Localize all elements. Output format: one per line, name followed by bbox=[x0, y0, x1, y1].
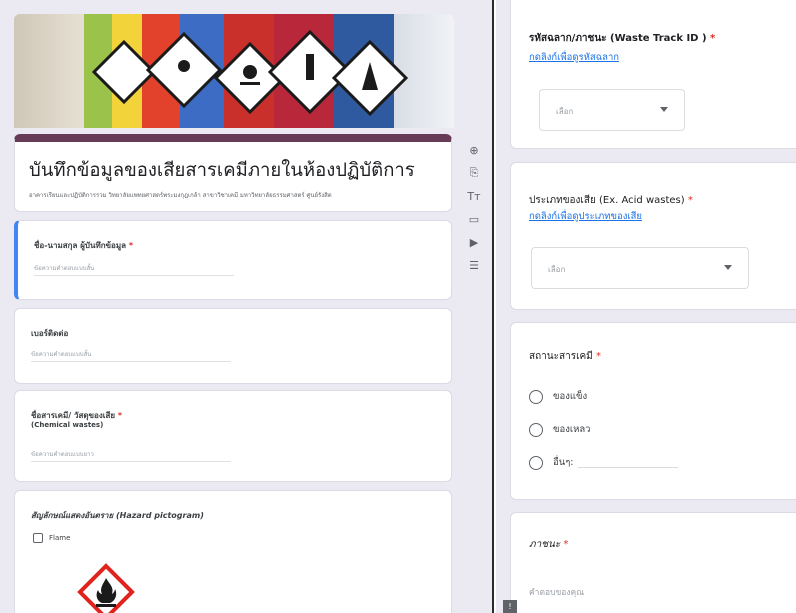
short-answer-placeholder: ข้อความคำตอบแบบสั้น bbox=[31, 349, 231, 362]
question-label-text: ภาชนะ bbox=[529, 539, 561, 550]
screenshot-stage: บันทึกข้อมูลของเสียสารเคมีภายในห้องปฏิบั… bbox=[0, 0, 796, 613]
question-label-text: ชื่อ-นามสกุล ผู้บันทึกข้อมูล bbox=[34, 241, 127, 250]
dropdown-placeholder: เลือก bbox=[556, 107, 574, 116]
radio-option-solid[interactable]: ของแข็ง bbox=[529, 389, 587, 404]
question-label-text: ประเภทของเสีย (Ex. Acid wastes) bbox=[529, 195, 685, 206]
checkbox[interactable] bbox=[33, 533, 43, 543]
add-question-icon[interactable]: ⊕ bbox=[464, 140, 484, 160]
question-card-hazard[interactable]: สัญลักษณ์แสดงอันตราย (Hazard pictogram) … bbox=[14, 490, 452, 613]
hazard-pictograms-illustration bbox=[91, 29, 409, 117]
add-section-icon[interactable]: ☰ bbox=[464, 255, 484, 275]
question-label: ภาชนะ * bbox=[529, 537, 568, 552]
form-title-card[interactable]: บันทึกข้อมูลของเสียสารเคมีภายในห้องปฏิบั… bbox=[14, 134, 452, 212]
caret-down-icon bbox=[724, 265, 732, 270]
question-sublabel: (Chemical wastes) bbox=[31, 421, 104, 429]
required-mark: * bbox=[710, 33, 716, 44]
question-label: รหัสฉลาก/ภาชนะ (Waste Track ID ) * bbox=[529, 31, 715, 46]
add-title-icon[interactable]: Tт bbox=[464, 186, 484, 206]
question-label: ชื่อ-นามสกุล ผู้บันทึกข้อมูล * bbox=[34, 239, 133, 252]
feedback-icon[interactable]: ! bbox=[503, 600, 517, 613]
flame-pictogram-icon bbox=[77, 563, 135, 613]
add-image-icon[interactable]: ▭ bbox=[464, 209, 484, 229]
caret-down-icon bbox=[660, 107, 668, 112]
question-label-text: รหัสฉลาก/ภาชนะ (Waste Track ID ) bbox=[529, 33, 707, 44]
question-card-chemical[interactable]: ชื่อสารเคมี/ วัสดุของเสีย * (Chemical wa… bbox=[14, 390, 452, 482]
radio-option-other[interactable]: อื่นๆ: bbox=[529, 455, 678, 470]
long-answer-placeholder: ข้อความคำตอบแบบยาว bbox=[31, 449, 231, 462]
radio-option-liquid[interactable]: ของเหลว bbox=[529, 422, 591, 437]
question-label-text: สถานะสารเคมี bbox=[529, 351, 593, 362]
checkbox-label: Flame bbox=[49, 534, 71, 542]
question-card-chemical-state: สถานะสารเคมี * ของแข็ง ของเหลว อื่นๆ: bbox=[510, 322, 796, 500]
question-toolbar: ⊕ ⎘ Tт ▭ ▶ ☰ bbox=[462, 140, 486, 278]
question-card-track-id: รหัสฉลาก/ภาชนะ (Waste Track ID ) * กดลิง… bbox=[510, 0, 796, 149]
required-mark: * bbox=[595, 351, 601, 362]
add-video-icon[interactable]: ▶ bbox=[464, 232, 484, 252]
question-label: สถานะสารเคมี * bbox=[529, 349, 601, 364]
waste-type-dropdown[interactable]: เลือก bbox=[531, 247, 749, 289]
track-id-dropdown[interactable]: เลือก bbox=[539, 89, 685, 131]
waste-type-link[interactable]: กดลิงก์เพื่อดูประเภทของเสีย bbox=[529, 209, 642, 224]
question-label: เบอร์ติดต่อ bbox=[31, 329, 69, 338]
dropdown-placeholder: เลือก bbox=[548, 265, 566, 274]
question-label: สัญลักษณ์แสดงอันตราย (Hazard pictogram) bbox=[31, 511, 204, 520]
header-banner-image bbox=[14, 14, 454, 128]
track-id-link[interactable]: กดลิงก์เพื่อดูรหัสฉลาก bbox=[529, 50, 619, 65]
import-questions-icon[interactable]: ⎘ bbox=[464, 163, 484, 183]
form-description[interactable]: อาคารเรียนและปฏิบัติการรวม วิทยาลัยแพทยศ… bbox=[29, 190, 332, 200]
form-preview-panel: รหัสฉลาก/ภาชนะ (Waste Track ID ) * กดลิง… bbox=[496, 0, 796, 613]
question-label: ประเภทของเสีย (Ex. Acid wastes) * bbox=[529, 193, 693, 208]
question-card-name[interactable]: ชื่อ-นามสกุล ผู้บันทึกข้อมูล * ข้อความคำ… bbox=[14, 220, 452, 300]
question-label-text: ชื่อสารเคมี/ วัสดุของเสีย bbox=[31, 411, 116, 420]
short-answer-placeholder: ข้อความคำตอบแบบสั้น bbox=[34, 263, 234, 276]
required-mark: * bbox=[128, 241, 133, 250]
radio-button[interactable] bbox=[529, 389, 543, 404]
radio-label: อื่นๆ: bbox=[553, 457, 574, 468]
question-card-phone[interactable]: เบอร์ติดต่อ ข้อความคำตอบแบบสั้น bbox=[14, 308, 452, 384]
radio-label: ของเหลว bbox=[553, 424, 591, 435]
radio-button[interactable] bbox=[529, 455, 543, 470]
required-mark: * bbox=[687, 195, 693, 206]
other-text-input[interactable] bbox=[577, 458, 678, 468]
container-answer-input[interactable]: คำตอบของคุณ bbox=[529, 585, 584, 599]
question-card-waste-type: ประเภทของเสีย (Ex. Acid wastes) * กดลิงก… bbox=[510, 162, 796, 310]
question-card-container: ภาชนะ * คำตอบของคุณ bbox=[510, 512, 796, 613]
required-mark: * bbox=[563, 539, 569, 550]
required-mark: * bbox=[117, 411, 123, 420]
form-editor-panel: บันทึกข้อมูลของเสียสารเคมีภายในห้องปฏิบั… bbox=[0, 0, 494, 613]
radio-button[interactable] bbox=[529, 422, 543, 437]
checkbox-option-flame[interactable]: Flame bbox=[33, 533, 70, 543]
radio-label: ของแข็ง bbox=[553, 391, 588, 402]
form-title[interactable]: บันทึกข้อมูลของเสียสารเคมีภายในห้องปฏิบั… bbox=[29, 156, 415, 185]
